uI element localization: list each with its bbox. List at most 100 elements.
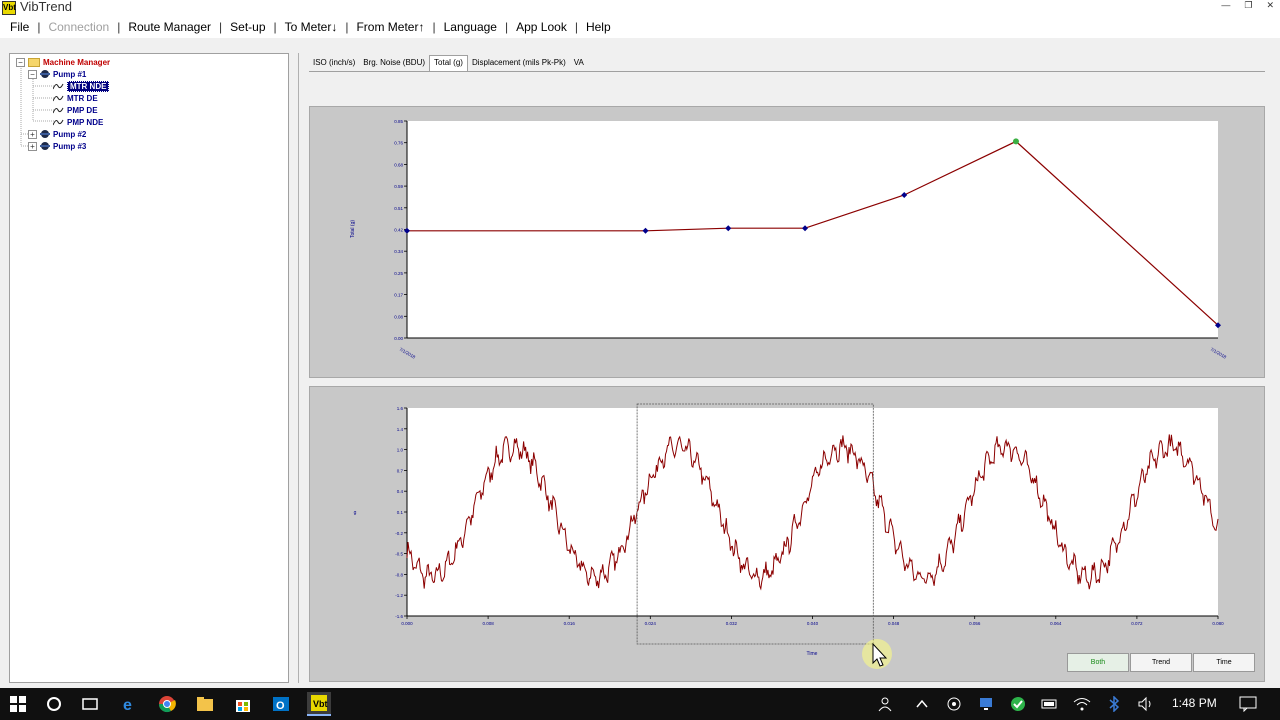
tree-node-pump-3[interactable]: + Pump #3 xyxy=(28,140,86,152)
y-tick-label: 0.17 xyxy=(394,293,403,298)
menu-connection[interactable]: Connection xyxy=(43,20,114,34)
y-tick-label: -1.2 xyxy=(395,593,403,598)
wifi-icon[interactable] xyxy=(1070,692,1094,716)
minimize-icon[interactable]: — xyxy=(1221,0,1230,11)
chrome-icon[interactable] xyxy=(155,692,179,716)
menu-bar: File | Connection | Route Manager | Set-… xyxy=(0,16,1280,38)
menu-app-look[interactable]: App Look xyxy=(511,20,572,34)
y-tick-label: 1.4 xyxy=(397,427,404,432)
tab-baseline xyxy=(309,71,1265,72)
cortana-icon[interactable] xyxy=(42,692,66,716)
collapse-icon[interactable]: − xyxy=(16,57,25,67)
tab-va[interactable]: VA xyxy=(570,55,588,71)
tree-node-pmp-nde[interactable]: PMP NDE xyxy=(53,116,103,128)
waveform-icon xyxy=(53,119,64,125)
edge-icon[interactable]: e xyxy=(117,692,141,716)
machine-tree: − Machine Manager − Pump #1 MTR NDE MTR … xyxy=(9,53,289,683)
task-view-icon[interactable] xyxy=(78,692,102,716)
clock[interactable]: 1:48 PM xyxy=(1172,696,1217,710)
pump-icon xyxy=(40,70,50,78)
menu-language[interactable]: Language xyxy=(439,20,502,34)
y-tick-label: 0.34 xyxy=(394,249,403,254)
trend-chart[interactable]: 0.00 0.08 0.17 0.25 0.34 0.42 0.51 0.59 0.68 0.76… xyxy=(310,107,1266,379)
measurement-tabs: ISO (inch/s) Brg. Noise (BDU) Total (g) … xyxy=(309,55,588,71)
battery-icon[interactable] xyxy=(1038,692,1062,716)
trend-point-selected[interactable] xyxy=(1012,138,1019,145)
tree-node-mtr-de[interactable]: MTR DE xyxy=(53,92,98,104)
tree-node-mtr-nde[interactable]: MTR NDE xyxy=(53,80,110,92)
tree-node-pump-1[interactable]: − Pump #1 xyxy=(28,68,86,80)
x-tick-label: 0.072 xyxy=(1131,621,1143,626)
volume-icon[interactable] xyxy=(1134,692,1158,716)
tree-label: Pump #1 xyxy=(53,69,87,79)
y-tick-label: 0.42 xyxy=(394,228,403,233)
x-tick-label: 0.080 xyxy=(1212,621,1224,626)
waveform-icon xyxy=(53,95,64,101)
tab-bearing-noise[interactable]: Brg. Noise (BDU) xyxy=(359,55,429,71)
security-check-icon[interactable] xyxy=(1006,692,1030,716)
collapse-icon[interactable]: − xyxy=(28,69,37,79)
monitor-icon[interactable] xyxy=(974,692,998,716)
y-tick-label: 1.6 xyxy=(397,406,404,411)
y-tick-label: 0.4 xyxy=(397,489,404,494)
tab-total[interactable]: Total (g) xyxy=(429,55,468,71)
y-tick-label: 0.08 xyxy=(394,314,403,319)
file-explorer-icon[interactable] xyxy=(193,692,217,716)
expand-icon[interactable]: + xyxy=(28,129,37,139)
window-controls: — ❐ ✕ xyxy=(1221,0,1274,11)
trend-button[interactable]: Trend xyxy=(1130,653,1192,672)
menu-to-meter[interactable]: To Meter↓ xyxy=(280,20,343,34)
people-icon[interactable] xyxy=(875,692,899,716)
tree-label: Pump #2 xyxy=(53,129,87,139)
panel-divider[interactable] xyxy=(298,53,299,683)
menu-file[interactable]: File xyxy=(5,20,34,34)
y-tick-label: 1.0 xyxy=(397,448,404,453)
tab-iso[interactable]: ISO (inch/s) xyxy=(309,55,359,71)
both-button[interactable]: Both xyxy=(1067,653,1129,672)
time-button[interactable]: Time xyxy=(1193,653,1255,672)
tree-node-machine-manager[interactable]: − Machine Manager xyxy=(16,56,110,68)
waveform-chart[interactable]: -1.6 -1.2 -0.8 -0.5 -0.2 0.1 0.4 0.7 1.0 1.4 1.6 0… xyxy=(310,387,1266,683)
trend-chart-panel: 0.00 0.08 0.17 0.25 0.34 0.42 0.51 0.59 0.68 0.76… xyxy=(309,106,1265,378)
pump-icon xyxy=(40,130,50,138)
x-tick-label: 0.048 xyxy=(888,621,900,626)
taskbar: e O Vbt 1:48 PM xyxy=(0,688,1280,720)
menu-route-manager[interactable]: Route Manager xyxy=(123,20,216,34)
menu-from-meter[interactable]: From Meter↑ xyxy=(351,20,429,34)
tab-displacement[interactable]: Displacement (mils Pk-Pk) xyxy=(468,55,570,71)
x-tick-label: 0.016 xyxy=(564,621,576,626)
y-tick-label: 0.76 xyxy=(394,141,403,146)
x-tick-label: 0.032 xyxy=(726,621,738,626)
wave-plot-area xyxy=(407,408,1218,616)
window-title: VibTrend xyxy=(20,0,73,14)
menu-separator: | xyxy=(273,20,277,34)
chevron-up-icon[interactable] xyxy=(910,692,934,716)
notifications-icon[interactable] xyxy=(1236,692,1260,716)
tree-node-pmp-de[interactable]: PMP DE xyxy=(53,104,98,116)
y-tick-label: 0.51 xyxy=(394,206,403,211)
x-tick-label: 0.040 xyxy=(807,621,819,626)
tree-node-pump-2[interactable]: + Pump #2 xyxy=(28,128,86,140)
trend-plot-area xyxy=(407,121,1218,338)
tree-label: PMP DE xyxy=(67,105,98,115)
y-tick-label: -0.5 xyxy=(395,552,403,557)
close-icon[interactable]: ✕ xyxy=(1266,0,1274,11)
waveform-icon xyxy=(53,107,64,113)
y-tick-label: 0.59 xyxy=(394,184,403,189)
y-tick-label: 0.25 xyxy=(394,271,403,276)
vibtrend-taskbar-icon[interactable]: Vbt xyxy=(307,692,331,716)
menu-separator: | xyxy=(117,20,121,34)
pump-icon xyxy=(40,142,50,150)
trend-y-axis-label: Total (g) xyxy=(350,220,356,238)
start-icon[interactable] xyxy=(6,692,30,716)
network-drive-icon[interactable] xyxy=(942,692,966,716)
menu-set-up[interactable]: Set-up xyxy=(225,20,270,34)
menu-help[interactable]: Help xyxy=(581,20,616,34)
maximize-icon[interactable]: ❐ xyxy=(1244,0,1252,11)
expand-icon[interactable]: + xyxy=(28,141,37,151)
bluetooth-icon[interactable] xyxy=(1102,692,1126,716)
menu-separator: | xyxy=(345,20,349,34)
store-icon[interactable] xyxy=(231,692,255,716)
x-tick-label: 0.064 xyxy=(1050,621,1062,626)
outlook-icon[interactable]: O xyxy=(269,692,293,716)
